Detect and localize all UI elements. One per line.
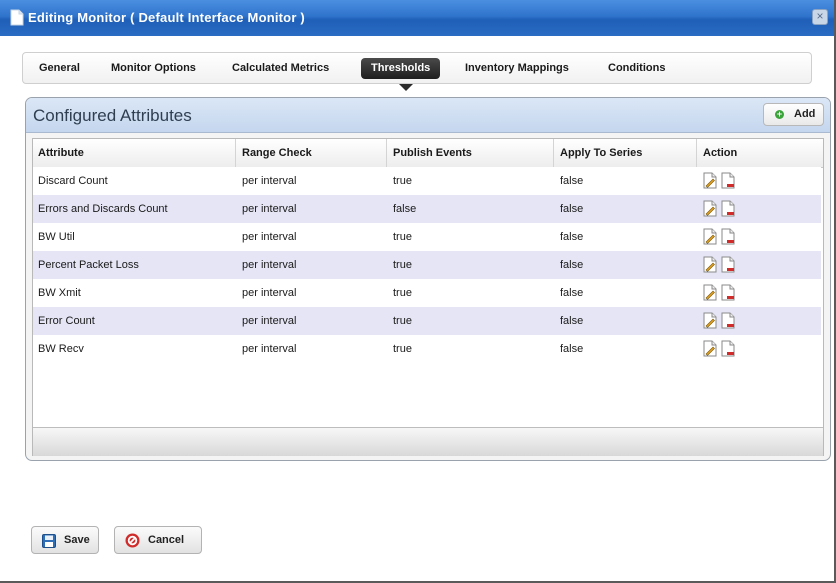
edit-icon[interactable]: [703, 340, 717, 357]
panel-title: Configured Attributes: [33, 106, 192, 125]
cancel-button-label: Cancel: [148, 534, 185, 546]
table-row[interactable]: Percent Packet Loss per interval true false: [33, 251, 821, 279]
cell-range-check: per interval: [242, 287, 297, 299]
cell-publish-events: false: [393, 203, 417, 215]
cell-attribute: BW Recv: [38, 343, 84, 355]
close-button[interactable]: ×: [812, 9, 828, 25]
tab-conditions[interactable]: Conditions: [608, 62, 665, 74]
tab-monitor-options[interactable]: Monitor Options: [111, 62, 196, 74]
cancel-button[interactable]: Cancel: [114, 526, 202, 554]
dialog-title: Editing Monitor ( Default Interface Moni…: [28, 10, 305, 25]
delete-icon[interactable]: [721, 200, 735, 217]
cell-range-check: per interval: [242, 175, 297, 187]
table-footer: [33, 427, 823, 456]
edit-icon[interactable]: [703, 256, 717, 273]
column-header-attribute[interactable]: Attribute: [38, 147, 84, 159]
cell-publish-events: true: [393, 259, 412, 271]
cell-range-check: per interval: [242, 231, 297, 243]
save-button[interactable]: Save: [31, 526, 99, 554]
edit-icon[interactable]: [703, 200, 717, 217]
cell-attribute: Discard Count: [38, 175, 108, 187]
cancel-icon: [125, 533, 140, 548]
cell-publish-events: true: [393, 287, 412, 299]
edit-icon[interactable]: [703, 228, 717, 245]
table-row[interactable]: Discard Count per interval true false: [33, 167, 821, 195]
cell-range-check: per interval: [242, 315, 297, 327]
cell-range-check: per interval: [242, 343, 297, 355]
cell-publish-events: true: [393, 343, 412, 355]
delete-icon[interactable]: [721, 172, 735, 189]
column-header-action[interactable]: Action: [703, 147, 737, 159]
table-row[interactable]: Error Count per interval true false: [33, 307, 821, 335]
cell-attribute: Error Count: [38, 315, 95, 327]
delete-icon[interactable]: [721, 312, 735, 329]
tab-calculated-metrics[interactable]: Calculated Metrics: [232, 62, 329, 74]
cell-apply-to-series: false: [560, 231, 584, 243]
delete-icon[interactable]: [721, 340, 735, 357]
cell-attribute: Errors and Discards Count: [38, 203, 168, 215]
delete-icon[interactable]: [721, 284, 735, 301]
edit-icon[interactable]: [703, 312, 717, 329]
edit-icon[interactable]: [703, 172, 717, 189]
cell-apply-to-series: false: [560, 315, 584, 327]
save-button-label: Save: [64, 534, 90, 546]
table-header: Attribute Range Check Publish Events App…: [33, 139, 823, 168]
attributes-table: Attribute Range Check Publish Events App…: [32, 138, 824, 456]
tab-general[interactable]: General: [39, 62, 80, 74]
cell-range-check: per interval: [242, 259, 297, 271]
edit-icon[interactable]: [703, 284, 717, 301]
table-row[interactable]: Errors and Discards Count per interval fal…: [33, 195, 821, 223]
table-row[interactable]: BW Util per interval true false: [33, 223, 821, 251]
tab-bar: General Monitor Options Calculated Metri…: [22, 52, 812, 84]
table-row[interactable]: BW Recv per interval true false: [33, 335, 821, 363]
cell-apply-to-series: false: [560, 203, 584, 215]
column-header-apply-to-series[interactable]: Apply To Series: [560, 147, 642, 159]
table-row[interactable]: BW Xmit per interval true false: [33, 279, 821, 307]
save-icon: [42, 534, 56, 548]
cell-publish-events: true: [393, 315, 412, 327]
title-bar: Editing Monitor ( Default Interface Moni…: [0, 0, 834, 36]
editing-monitor-dialog: Editing Monitor ( Default Interface Moni…: [0, 0, 836, 583]
cell-publish-events: true: [393, 175, 412, 187]
tab-inventory-mappings[interactable]: Inventory Mappings: [465, 62, 569, 74]
cell-apply-to-series: false: [560, 287, 584, 299]
delete-icon[interactable]: [721, 228, 735, 245]
configured-attributes-panel: Configured Attributes + Add Attribute Ra…: [25, 97, 831, 461]
delete-icon[interactable]: [721, 256, 735, 273]
column-header-publish-events[interactable]: Publish Events: [393, 147, 472, 159]
add-button[interactable]: + Add: [763, 103, 824, 126]
cell-apply-to-series: false: [560, 175, 584, 187]
active-tab-pointer: [399, 84, 413, 91]
column-header-range-check[interactable]: Range Check: [242, 147, 312, 159]
cell-attribute: Percent Packet Loss: [38, 259, 139, 271]
cell-attribute: BW Util: [38, 231, 75, 243]
cell-apply-to-series: false: [560, 343, 584, 355]
close-icon: ×: [816, 9, 824, 23]
cell-attribute: BW Xmit: [38, 287, 81, 299]
cell-publish-events: true: [393, 231, 412, 243]
cell-range-check: per interval: [242, 203, 297, 215]
add-button-label: Add: [794, 108, 816, 120]
tab-thresholds[interactable]: Thresholds: [361, 58, 441, 79]
cell-apply-to-series: false: [560, 259, 584, 271]
document-icon: [10, 9, 24, 26]
panel-header: Configured Attributes + Add: [26, 98, 830, 133]
add-icon: +: [775, 109, 784, 119]
